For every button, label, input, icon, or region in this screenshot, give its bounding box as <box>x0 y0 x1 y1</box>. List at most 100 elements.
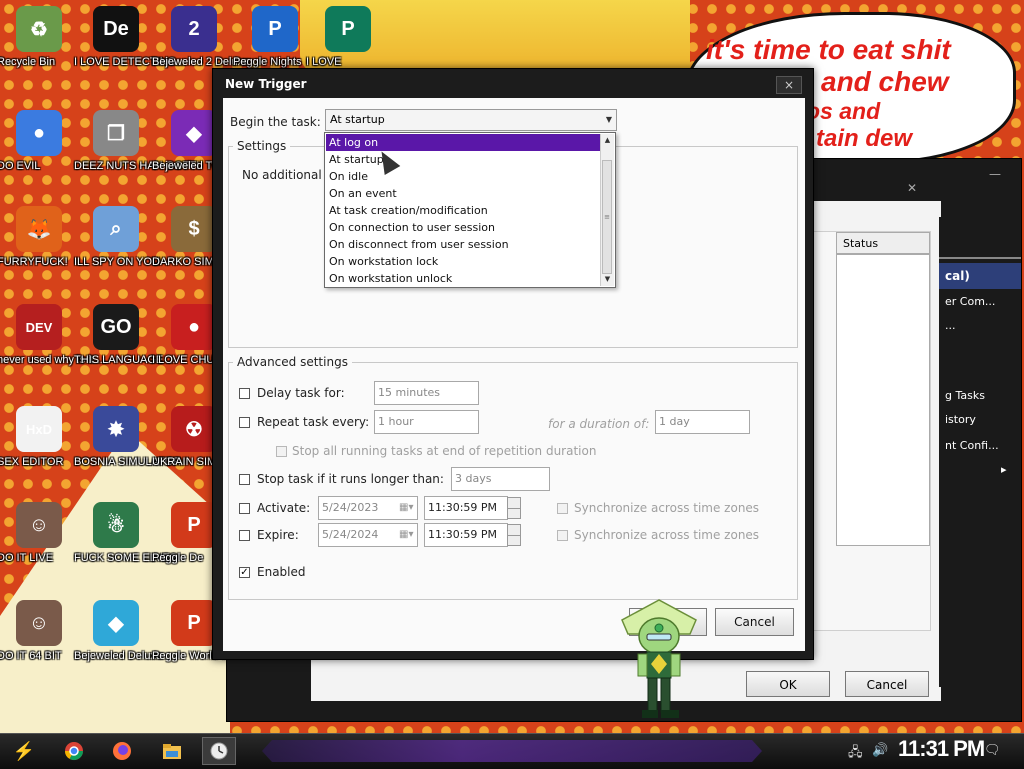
desktop-icon-label: DO IT 64 BIT <box>0 650 62 662</box>
begin-task-value: At startup <box>330 113 385 126</box>
desktop-icon[interactable]: ◆ Bejeweled Deluxe <box>74 600 162 662</box>
file-explorer-icon[interactable] <box>156 737 188 765</box>
desktop-icon[interactable]: De I LOVE DETECTING... <box>74 6 185 68</box>
actions-pane: cal) er Com... ... g Tasks istory nt Con… <box>939 217 1021 687</box>
desktop-icon[interactable]: 🦊 FURRYFUCK! <box>0 206 81 268</box>
activate-sync-checkbox[interactable] <box>557 503 568 514</box>
action-item[interactable]: ... <box>945 319 956 332</box>
calendar-dropdown-icon[interactable]: ▦▾ <box>399 529 413 540</box>
status-column-header[interactable]: Status <box>836 232 930 254</box>
dropdown-scrollbar[interactable]: ▲ ≡ ▼ <box>600 134 614 286</box>
repeat-field[interactable]: 1 hour <box>374 410 479 434</box>
dropdown-option[interactable]: On workstation unlock <box>326 270 601 287</box>
delay-checkbox[interactable] <box>239 388 250 399</box>
radiation-icon: ☢ <box>171 406 217 452</box>
task-scheduler-icon[interactable] <box>202 737 236 765</box>
network-spy-icon: ⌕ <box>93 206 139 252</box>
dropdown-option[interactable]: On disconnect from user session <box>326 236 601 253</box>
stop-longer-checkbox[interactable] <box>239 474 250 485</box>
activate-checkbox[interactable] <box>239 503 250 514</box>
portrait-64-icon: ☺ <box>16 600 62 646</box>
expire-time-spinner[interactable] <box>507 524 521 546</box>
scroll-thumb[interactable]: ≡ <box>602 160 612 274</box>
chrome-icon: ● <box>16 110 62 156</box>
peggle-deluxe-icon: P <box>171 502 217 548</box>
bg-ok-button[interactable]: OK <box>746 671 830 697</box>
action-item[interactable]: er Com... <box>945 295 995 308</box>
actions-header[interactable]: cal) <box>939 263 1021 289</box>
desktop-icon[interactable]: DEV never used why is it ... <box>0 304 106 366</box>
desktop-icon[interactable]: ☺ DO IT 64 BIT <box>0 600 81 662</box>
action-item[interactable]: nt Confi... <box>945 439 999 452</box>
dropdown-option[interactable]: On an event <box>326 185 601 202</box>
begin-task-select[interactable]: At startup ▼ <box>325 109 617 131</box>
bejeweled-twist-icon: ◆ <box>171 110 217 156</box>
bg-window-close-icon[interactable]: ✕ <box>907 181 917 195</box>
chuzzle-icon: ● <box>171 304 217 350</box>
desktop-icon-label: DO IT LIVE <box>0 552 54 564</box>
network-icon[interactable]: 🖧 <box>848 743 863 765</box>
minesweeper-icon: ✸ <box>93 406 139 452</box>
scroll-down-icon[interactable]: ▼ <box>601 273 614 286</box>
expire-sync-label: Synchronize across time zones <box>574 528 760 542</box>
desktop-icon[interactable]: ❐ DEEZ NUTS HAH GOTTI <box>74 110 199 172</box>
submenu-arrow-icon[interactable]: ▸ <box>1001 463 1007 476</box>
dropdown-option[interactable]: At log on <box>326 134 601 151</box>
activate-time-field[interactable]: 11:30:59 PM <box>424 496 508 520</box>
chrome-icon[interactable] <box>58 737 90 765</box>
portrait-icon: ☺ <box>16 502 62 548</box>
dropdown-option[interactable]: On connection to user session <box>326 219 601 236</box>
duration-field[interactable]: 1 day <box>655 410 750 434</box>
activate-sync-label: Synchronize across time zones <box>574 501 760 515</box>
bg-task-list[interactable] <box>836 254 930 546</box>
delay-field[interactable]: 15 minutes <box>374 381 479 405</box>
dropdown-option[interactable]: On workstation lock <box>326 253 601 270</box>
expire-time-field[interactable]: 11:30:59 PM <box>424 523 508 547</box>
bg-window-minimize-icon[interactable]: — <box>989 167 1001 181</box>
desktop-icon[interactable]: HxD SEX EDITOR <box>0 406 81 468</box>
taskbar-decoration <box>262 740 762 762</box>
advanced-settings-title: Advanced settings <box>233 355 352 369</box>
calendar-dropdown-icon[interactable]: ▦▾ <box>399 502 413 513</box>
desktop-icon[interactable]: ☃ FUCK SOME ELVES <box>74 502 177 564</box>
action-item[interactable]: g Tasks <box>945 389 985 402</box>
desktop-icon[interactable]: 2 Bejeweled 2 Deluxe <box>152 6 249 68</box>
desktop-icon[interactable]: ♻ Recycle Bin <box>0 6 81 68</box>
publisher-icon: P <box>325 6 371 52</box>
desktop-icon-label: DO EVIL <box>0 160 41 172</box>
stop-longer-field[interactable]: 3 days <box>451 467 550 491</box>
expire-date-value: 5/24/2024 <box>322 528 379 541</box>
desktop-icon-label: SEX EDITOR <box>0 456 64 468</box>
windows-copy-icon: ❐ <box>93 110 139 156</box>
dropdown-option[interactable]: At startup <box>326 151 601 168</box>
bubble-line-1: it's time to eat shit <box>706 34 951 65</box>
enabled-checkbox[interactable]: ✓ <box>239 567 250 578</box>
goland-icon: GO <box>93 304 139 350</box>
volume-icon[interactable]: 🔊 <box>872 743 888 758</box>
activate-time-spinner[interactable] <box>507 497 521 519</box>
desktop-icon[interactable]: ☺ DO IT LIVE <box>0 502 81 564</box>
expire-sync-checkbox[interactable] <box>557 530 568 541</box>
close-icon[interactable]: × <box>776 76 802 94</box>
stop-all-checkbox[interactable] <box>276 446 287 457</box>
desktop-icon[interactable]: ✸ BOSNIA SIMULATOR <box>74 406 181 468</box>
taskbar-clock[interactable]: 11:31 PM <box>898 736 985 762</box>
desktop-icon[interactable]: P Peggle Nights <box>233 6 317 68</box>
bg-cancel-button[interactable]: Cancel <box>845 671 929 697</box>
desktop-icon[interactable]: ● DO EVIL <box>0 110 81 172</box>
taskbar: ⚡ 🖧 🔊 11:31 PM 🗨 <box>0 733 1024 769</box>
dropdown-option[interactable]: At task creation/modification <box>326 202 601 219</box>
expire-checkbox[interactable] <box>239 530 250 541</box>
activate-label: Activate: <box>257 501 311 515</box>
cancel-button[interactable]: Cancel <box>715 608 794 636</box>
desktop-icon[interactable]: PI LOVE <box>306 6 390 68</box>
desktop-icon[interactable]: GO THIS LANGUAGE ... <box>74 304 175 366</box>
firefox-icon[interactable] <box>106 737 138 765</box>
start-icon[interactable]: ⚡ <box>8 737 40 765</box>
repeat-checkbox[interactable] <box>239 417 250 428</box>
scroll-up-icon[interactable]: ▲ <box>601 134 614 147</box>
notification-icon[interactable]: 🗨 <box>984 743 1001 758</box>
desktop-icon[interactable]: ⌕ ILL SPY ON YOU <box>74 206 160 268</box>
dropdown-option[interactable]: On idle <box>326 168 601 185</box>
action-item[interactable]: istory <box>945 413 976 426</box>
